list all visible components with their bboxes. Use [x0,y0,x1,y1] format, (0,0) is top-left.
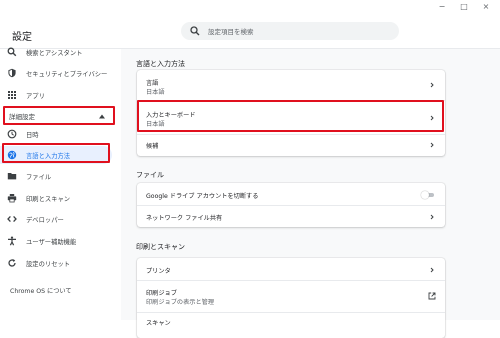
sidebar-item-label: アプリ [26,92,45,100]
search-placeholder: 設定項目を検索 [208,28,254,36]
open-external-icon [428,292,436,300]
sidebar-item-print-scan[interactable]: 印刷とスキャン [0,189,120,207]
section-title-files: ファイル [136,171,164,179]
sidebar-item-developer[interactable]: デベロッパー [0,210,120,228]
row-scan[interactable]: スキャン [137,312,445,334]
sidebar-item-label: 検索とアシスタント [26,49,83,57]
row-subtitle: 印刷ジョブの表示と管理 [146,299,215,306]
row-printers[interactable]: プリンタ [137,258,445,280]
window-controls: − □ × [438,2,490,11]
sidebar: 検索とアシスタント セキュリティとプライバシー アプリ 詳細設定 日時 言語と入… [0,47,120,320]
sidebar-item-apps[interactable]: アプリ [0,86,120,104]
chevron-right-icon [430,142,434,148]
sidebar-item-reset[interactable]: 設定のリセット [0,254,120,272]
code-icon [7,215,17,223]
row-print-jobs[interactable]: 印刷ジョブ 印刷ジョブの表示と管理 [137,280,445,312]
row-title: プリンタ [146,268,171,275]
printer-icon [7,194,17,203]
about-chrome-os-link[interactable]: Chrome OS について [10,286,72,295]
search-icon [7,47,17,57]
folder-icon [7,173,17,180]
sidebar-item-datetime[interactable]: 日時 [0,125,120,143]
reset-icon [8,259,16,267]
search-icon [190,26,200,36]
print-scan-card: プリンタ 印刷ジョブ 印刷ジョブの表示と管理 スキャン [137,258,445,338]
row-subtitle: 日本語 [146,89,165,96]
highlight-languages [2,143,110,163]
row-network-file-share[interactable]: ネットワーク ファイル共有 [137,205,445,227]
row-divider [137,134,445,135]
clock-icon [7,129,17,139]
maximize-button[interactable]: □ [460,2,468,11]
sidebar-item-label: 設定のリセット [26,260,71,268]
row-title: Google ドライブ アカウントを切断する [146,193,259,200]
toggle-knob [421,191,429,199]
row-disconnect-drive[interactable]: Google ドライブ アカウントを切断する [137,183,445,205]
row-title: 言語 [146,80,159,87]
sidebar-item-label: ユーザー補助機能 [26,238,77,246]
close-button[interactable]: × [482,2,490,11]
search-box[interactable]: 設定項目を検索 [181,22,399,40]
apps-grid-icon [8,91,16,99]
row-suggestions[interactable]: 候補 [137,134,445,156]
sidebar-item-files[interactable]: ファイル [0,167,120,185]
row-divider [137,312,445,313]
row-title: 候補 [146,143,159,150]
sidebar-item-label: 印刷とスキャン [26,195,71,203]
section-title-languages: 言語と入力方法 [136,60,185,68]
shield-icon [8,68,16,78]
sidebar-item-label: デベロッパー [26,216,64,224]
chevron-right-icon [430,267,434,273]
disconnect-drive-toggle[interactable] [421,191,435,199]
files-card: Google ドライブ アカウントを切断する ネットワーク ファイル共有 [137,183,445,227]
row-title: スキャン [146,320,171,327]
sidebar-item-security[interactable]: セキュリティとプライバシー [0,64,120,82]
row-title: ネットワーク ファイル共有 [146,215,223,222]
row-divider [137,280,445,281]
highlight-advanced [3,106,115,125]
highlight-input-keyboard [137,100,444,132]
row-divider [137,205,445,206]
accessibility-icon [8,236,16,246]
row-language[interactable]: 言語 日本語 [137,70,445,100]
minimize-button[interactable]: − [438,2,446,11]
section-title-print-scan: 印刷とスキャン [136,243,185,251]
sidebar-item-label: ファイル [26,173,52,181]
sidebar-item-label: セキュリティとプライバシー [26,70,108,78]
sidebar-item-accessibility[interactable]: ユーザー補助機能 [0,232,120,250]
page-title: 設定 [12,32,32,43]
chevron-right-icon [430,82,434,88]
sidebar-item-search-assistant[interactable]: 検索とアシスタント [0,43,120,61]
row-title: 印刷ジョブ [146,290,177,297]
sidebar-item-label: 日時 [26,131,39,139]
chevron-right-icon [430,214,434,220]
